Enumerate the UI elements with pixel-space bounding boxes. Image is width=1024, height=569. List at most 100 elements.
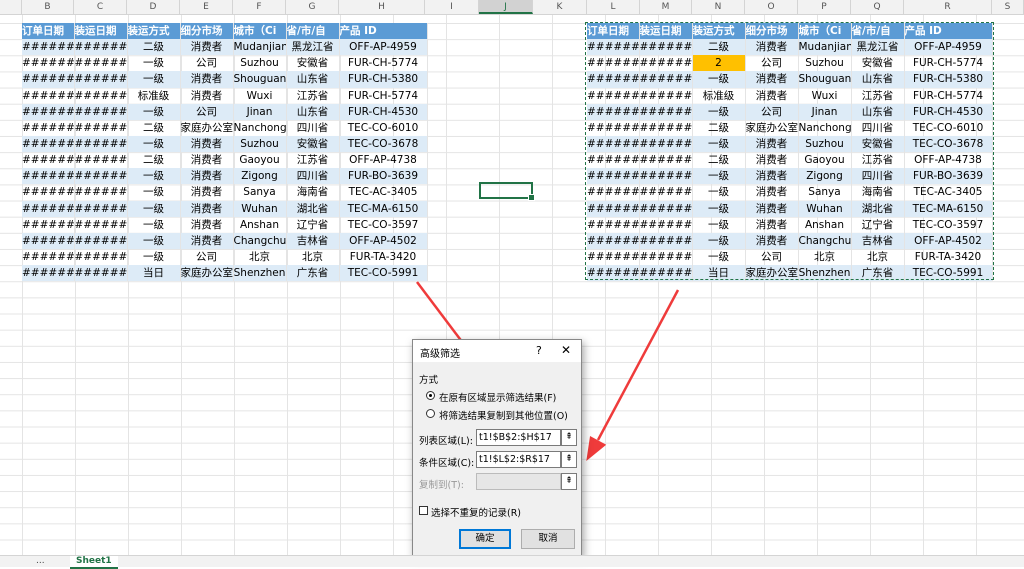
table-cell[interactable]: 二级 (692, 152, 746, 169)
table-cell[interactable]: Nanchong (233, 119, 287, 136)
table-cell[interactable]: ###### (587, 119, 640, 136)
table-cell[interactable]: 公司 (180, 248, 234, 266)
table-cell[interactable]: ###### (587, 103, 640, 120)
table-cell[interactable]: 一级 (692, 232, 746, 249)
table-cell[interactable]: OFF-AP-4959 (904, 39, 993, 56)
table-cell[interactable]: 消费者 (745, 39, 799, 56)
column-header-h[interactable]: H (339, 0, 425, 14)
table-cell[interactable]: 辽宁省 (286, 216, 340, 233)
table-cell[interactable]: 消费者 (745, 200, 799, 217)
column-header-m[interactable]: M (640, 0, 692, 14)
table-cell[interactable]: ###### (587, 152, 640, 169)
table-cell[interactable]: 消费者 (745, 216, 799, 233)
table-cell[interactable]: Zigong (798, 168, 852, 185)
table-cell[interactable]: 二级 (127, 152, 181, 169)
table-cell[interactable]: ###### (639, 248, 693, 266)
column-header-e[interactable]: E (180, 0, 233, 14)
table-cell[interactable]: 消费者 (180, 39, 234, 56)
table-cell[interactable]: 消费者 (745, 152, 799, 169)
header-cell[interactable]: 细分市场 (745, 23, 799, 40)
table-cell[interactable]: ###### (74, 103, 128, 120)
table-cell[interactable]: 消费者 (180, 184, 234, 201)
table-cell[interactable]: 当日 (692, 265, 746, 282)
active-cell-selection[interactable] (479, 182, 535, 201)
table-cell[interactable]: TEC-CO-5991 (904, 265, 993, 282)
table-cell[interactable]: 公司 (745, 248, 799, 266)
table-cell[interactable]: OFF-AP-4502 (339, 232, 428, 249)
table-cell[interactable]: OFF-AP-4738 (904, 152, 993, 169)
table-cell[interactable]: 吉林省 (286, 232, 340, 249)
column-header-o[interactable]: O (745, 0, 798, 14)
table-cell[interactable]: ###### (587, 265, 640, 282)
table-cell[interactable]: Shouguang (798, 71, 852, 88)
table-cell[interactable]: 一级 (127, 184, 181, 201)
table-cell[interactable]: 海南省 (851, 184, 905, 201)
table-cell[interactable]: 家庭办公室 (745, 265, 799, 282)
table-cell[interactable]: 一级 (692, 135, 746, 153)
column-header-q[interactable]: Q (851, 0, 904, 14)
table-cell[interactable]: 安徽省 (286, 55, 340, 72)
table-cell[interactable]: TEC-AC-3405 (904, 184, 993, 201)
header-cell[interactable]: 省/市/自 (851, 23, 905, 40)
header-cell[interactable]: 订单日期 (587, 23, 640, 40)
table-cell[interactable]: TEC-MA-6150 (904, 200, 993, 217)
column-header-r[interactable]: R (904, 0, 992, 14)
column-header-k[interactable]: K (533, 0, 587, 14)
table-cell[interactable]: Wuhan (233, 200, 287, 217)
table-cell[interactable]: 一级 (692, 216, 746, 233)
table-cell[interactable]: 消费者 (180, 152, 234, 169)
table-cell[interactable]: Zigong (233, 168, 287, 185)
header-cell[interactable]: 装运方式 (127, 23, 181, 40)
table-cell[interactable]: ###### (587, 87, 640, 104)
table-cell[interactable]: Sanya (798, 184, 852, 201)
close-icon[interactable]: ✕ (561, 343, 571, 357)
table-cell[interactable]: 一级 (127, 71, 181, 88)
table-cell[interactable]: ###### (639, 103, 693, 120)
column-header-i[interactable]: I (425, 0, 479, 14)
criteria-range-picker-icon[interactable]: ⇞ (561, 451, 577, 468)
table-cell[interactable]: Jinan (233, 103, 287, 120)
header-cell[interactable]: 产品 ID (904, 23, 993, 40)
option-in-place-label[interactable]: 在原有区域显示筛选结果(F) (439, 390, 556, 404)
table-cell[interactable]: ###### (22, 168, 75, 185)
cancel-button[interactable]: 取消 (521, 529, 575, 549)
table-cell[interactable]: 黑龙江省 (851, 39, 905, 56)
table-cell[interactable]: 安徽省 (851, 55, 905, 72)
table-cell[interactable]: ###### (22, 119, 75, 136)
table-cell[interactable]: ###### (639, 87, 693, 104)
table-cell[interactable]: FUR-CH-5380 (339, 71, 428, 88)
table-cell[interactable]: TEC-CO-3597 (339, 216, 428, 233)
table-cell[interactable]: 江苏省 (851, 152, 905, 169)
table-cell[interactable]: ###### (639, 135, 693, 153)
table-cell[interactable]: ###### (74, 265, 128, 282)
table-cell[interactable]: FUR-CH-5774 (904, 55, 993, 72)
dialog-titlebar[interactable]: 高级筛选 ? ✕ (413, 340, 581, 362)
table-cell[interactable]: 消费者 (745, 71, 799, 88)
table-cell[interactable]: 标准级 (127, 87, 181, 104)
header-cell[interactable]: 装运方式 (692, 23, 746, 40)
table-cell[interactable]: 北京 (286, 248, 340, 266)
table-cell[interactable]: TEC-CO-3597 (904, 216, 993, 233)
table-cell[interactable]: 公司 (180, 103, 234, 120)
table-cell[interactable]: Jinan (798, 103, 852, 120)
table-cell[interactable]: ###### (22, 103, 75, 120)
table-cell[interactable]: ###### (22, 200, 75, 217)
table-cell[interactable]: 广东省 (851, 265, 905, 282)
table-cell[interactable]: TEC-MA-6150 (339, 200, 428, 217)
table-cell[interactable]: 2 (692, 55, 746, 72)
table-cell[interactable]: 消费者 (745, 168, 799, 185)
table-cell[interactable]: 一级 (692, 200, 746, 217)
table-cell[interactable]: 一级 (692, 103, 746, 120)
table-cell[interactable]: ###### (639, 55, 693, 72)
table-cell[interactable]: ###### (74, 184, 128, 201)
table-cell[interactable]: 消费者 (180, 87, 234, 104)
table-cell[interactable]: ###### (74, 232, 128, 249)
table-cell[interactable]: 一级 (692, 71, 746, 88)
table-cell[interactable]: 四川省 (851, 119, 905, 136)
table-cell[interactable]: OFF-AP-4959 (339, 39, 428, 56)
table-cell[interactable]: Wuxi (233, 87, 287, 104)
table-cell[interactable]: FUR-BO-3639 (904, 168, 993, 185)
table-cell[interactable]: ###### (639, 265, 693, 282)
table-cell[interactable]: ###### (74, 200, 128, 217)
table-cell[interactable]: 江苏省 (851, 87, 905, 104)
